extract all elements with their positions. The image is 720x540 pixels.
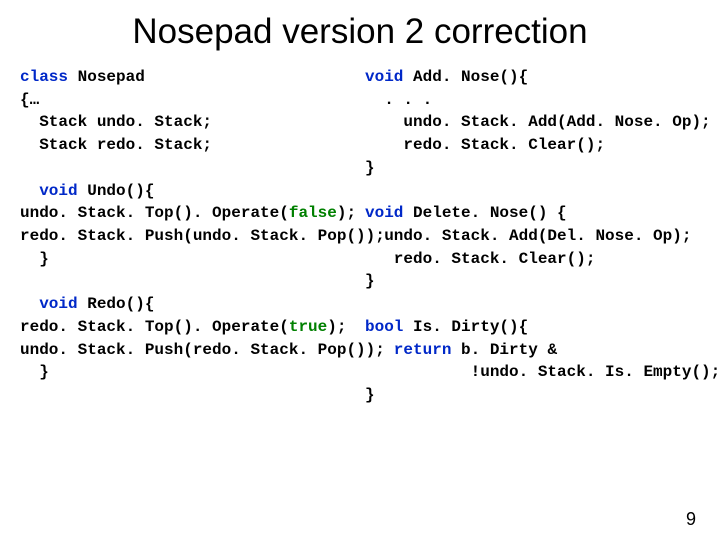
code-right: void Add. Nose(){ . . . undo. Stack. Add… bbox=[365, 66, 700, 407]
code-text: ); bbox=[327, 318, 346, 336]
code-left: class Nosepad {… Stack undo. Stack; Stac… bbox=[20, 66, 355, 407]
code-text: } bbox=[365, 386, 375, 404]
code-text: . . . bbox=[365, 91, 432, 109]
code-text: {… bbox=[20, 91, 39, 109]
kw-void: void bbox=[365, 204, 403, 222]
slide: Nosepad version 2 correction class Nosep… bbox=[0, 0, 720, 540]
kw-class: class bbox=[20, 68, 68, 86]
content-columns: class Nosepad {… Stack undo. Stack; Stac… bbox=[20, 66, 700, 407]
code-text: redo. Stack. Push(undo. Stack. Pop()); bbox=[20, 227, 385, 245]
page-number: 9 bbox=[686, 509, 696, 530]
lit-false: false bbox=[289, 204, 337, 222]
lit-true: true bbox=[289, 318, 327, 336]
code-text: } bbox=[20, 250, 49, 268]
code-text: undo. Stack. Add(Del. Nose. Op); bbox=[365, 227, 691, 245]
code-text: ); bbox=[337, 204, 356, 222]
code-text: } bbox=[20, 363, 49, 381]
code-text: Is. Dirty(){ bbox=[403, 318, 528, 336]
code-text: Delete. Nose() { bbox=[403, 204, 566, 222]
code-text: Undo(){ bbox=[78, 182, 155, 200]
code-text: Redo(){ bbox=[78, 295, 155, 313]
code-text: Stack undo. Stack; bbox=[20, 113, 212, 131]
code-text: Nosepad bbox=[68, 68, 145, 86]
kw-void: void bbox=[365, 68, 403, 86]
code-text: Stack redo. Stack; bbox=[20, 136, 212, 154]
kw-return: return bbox=[365, 341, 451, 359]
code-text: redo. Stack. Clear(); bbox=[365, 250, 595, 268]
code-text: Add. Nose(){ bbox=[403, 68, 528, 86]
code-text: redo. Stack. Top(). Operate( bbox=[20, 318, 289, 336]
code-text: redo. Stack. Clear(); bbox=[365, 136, 605, 154]
code-text: undo. Stack. Top(). Operate( bbox=[20, 204, 289, 222]
code-text: b. Dirty & bbox=[451, 341, 557, 359]
kw-void: void bbox=[20, 295, 78, 313]
slide-title: Nosepad version 2 correction bbox=[20, 12, 700, 52]
code-text: !undo. Stack. Is. Empty(); bbox=[365, 363, 720, 381]
code-text: undo. Stack. Push(redo. Stack. Pop()); bbox=[20, 341, 385, 359]
code-text: undo. Stack. Add(Add. Nose. Op); bbox=[365, 113, 711, 131]
code-text: } bbox=[365, 272, 375, 290]
kw-void: void bbox=[20, 182, 78, 200]
kw-bool: bool bbox=[365, 318, 403, 336]
code-text: } bbox=[365, 159, 375, 177]
